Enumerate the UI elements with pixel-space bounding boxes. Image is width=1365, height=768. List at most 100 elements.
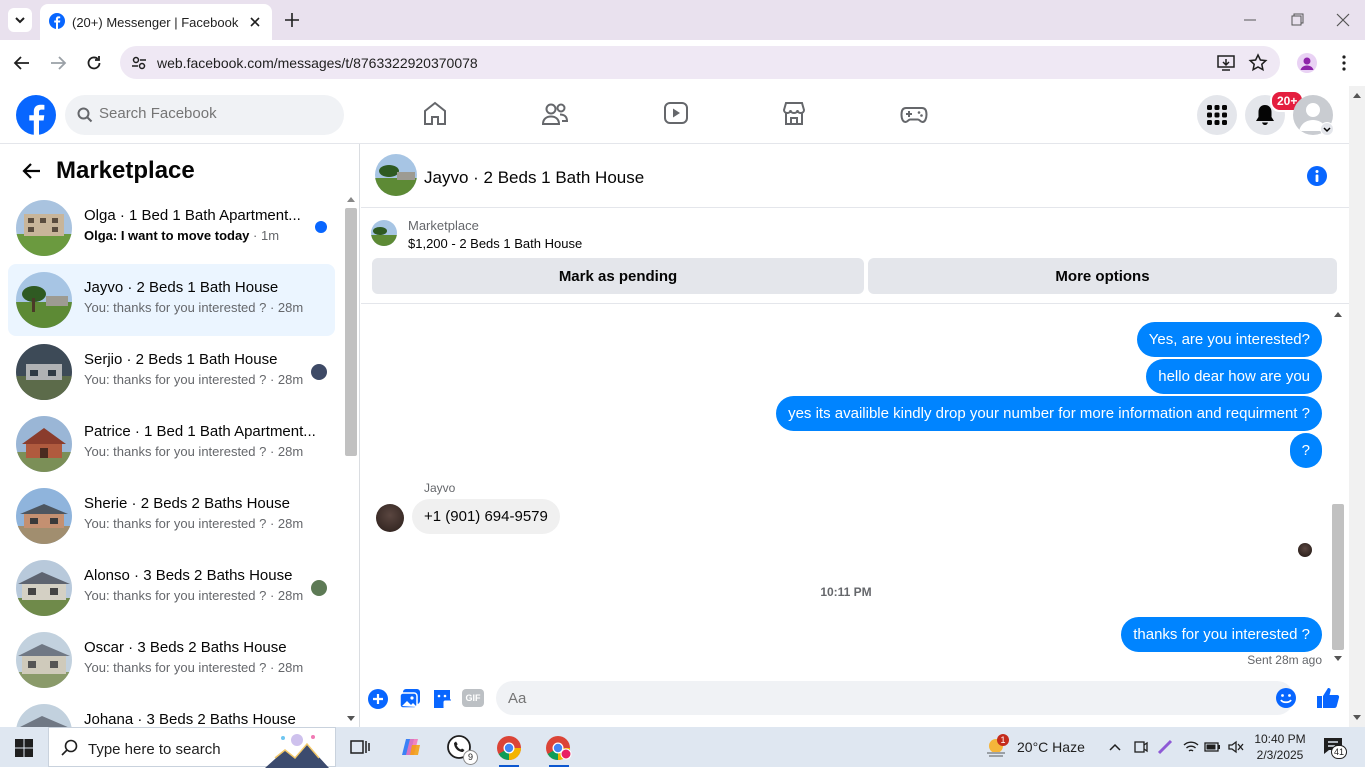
sidebar-scroll-thumb[interactable]	[345, 208, 357, 456]
chrome-icon[interactable]	[496, 735, 522, 761]
sticker-icon[interactable]	[431, 688, 453, 710]
chrome-profile-icon[interactable]	[545, 735, 573, 761]
forward-icon[interactable]	[48, 53, 68, 73]
clock-date[interactable]: 2/3/2025	[1253, 748, 1307, 762]
chat-header: Jayvo · 2 Beds 1 Bath House	[361, 144, 1349, 208]
listing-thumbnail[interactable]	[371, 220, 397, 246]
restore-icon[interactable]	[1289, 12, 1305, 28]
thread-scrollbar[interactable]	[1331, 308, 1345, 666]
search-icon	[77, 107, 93, 123]
bookmark-star-icon[interactable]	[1248, 53, 1268, 73]
chat-title[interactable]: Jayvo · 2 Beds 1 Bath House	[424, 168, 644, 188]
facebook-logo-icon[interactable]	[15, 94, 57, 136]
account-menu-button[interactable]	[1320, 122, 1334, 136]
install-app-icon[interactable]	[1216, 53, 1236, 73]
weather-widget-icon[interactable]: 1	[985, 734, 1009, 758]
conversation-preview: You: thanks for you interested ? · 28m	[84, 516, 304, 531]
video-icon[interactable]	[663, 100, 689, 128]
photo-icon[interactable]	[399, 688, 421, 710]
listing-price-title[interactable]: $1,200 - 2 Beds 1 Bath House	[408, 236, 582, 251]
plus-actions-icon[interactable]	[367, 688, 389, 710]
battery-icon[interactable]	[1204, 739, 1222, 755]
facebook-favicon-icon	[49, 13, 65, 29]
conversation-item[interactable]: Patrice · 1 Bed 1 Bath Apartment... You:…	[8, 408, 335, 480]
conversation-name: Johana · 3 Beds 2 Baths House	[84, 711, 296, 727]
chevron-down-icon	[1323, 127, 1331, 133]
outgoing-message[interactable]: yes its availible kindly drop your numbe…	[776, 396, 1322, 431]
conversation-item-selected[interactable]: Jayvo · 2 Beds 1 Bath House You: thanks …	[8, 264, 335, 336]
home-icon[interactable]	[423, 100, 447, 128]
network-icon[interactable]	[1182, 739, 1200, 755]
emoji-icon[interactable]	[1275, 687, 1297, 709]
outgoing-message[interactable]: ?	[1289, 433, 1322, 468]
address-bar[interactable]: web.facebook.com/messages/t/876332292037…	[120, 46, 1280, 79]
taskbar-search[interactable]: Type here to search	[48, 727, 336, 768]
incoming-message[interactable]: +1 (901) 694-9579	[412, 499, 560, 534]
friends-icon[interactable]	[541, 100, 569, 128]
message-input[interactable]	[496, 681, 1294, 715]
listing-thumbnail	[16, 200, 72, 256]
chat-avatar[interactable]	[375, 154, 417, 196]
profile-avatar[interactable]	[1297, 53, 1317, 73]
info-icon[interactable]	[1306, 165, 1328, 187]
sender-avatar[interactable]	[376, 504, 404, 532]
message-status: Sent 28m ago	[1247, 653, 1322, 667]
sidebar-scrollbar[interactable]	[344, 190, 358, 727]
conversation-item[interactable]: Olga · 1 Bed 1 Bath Apartment... Olga: I…	[8, 192, 335, 264]
seen-avatar	[311, 364, 327, 380]
panel-title: Marketplace	[56, 157, 195, 184]
message-timestamp: 10:11 PM	[820, 585, 872, 599]
back-icon[interactable]	[12, 53, 32, 73]
notification-center-button[interactable]: 41	[1323, 737, 1347, 759]
whatsapp-taskbar-button[interactable]: 9	[447, 735, 478, 765]
more-options-button[interactable]: More options	[868, 258, 1337, 294]
like-thumb-icon[interactable]	[1316, 686, 1340, 710]
scroll-down-icon[interactable]	[347, 716, 355, 722]
site-info-icon[interactable]	[130, 54, 148, 72]
browser-menu-icon[interactable]	[1334, 53, 1354, 73]
task-view-icon[interactable]	[350, 738, 370, 756]
facebook-search[interactable]	[65, 95, 344, 135]
tab-search-button[interactable]	[8, 8, 32, 32]
chevron-up-icon[interactable]	[1108, 741, 1122, 753]
conversation-item[interactable]: Serjio · 2 Beds 1 Bath House You: thanks…	[8, 336, 335, 408]
close-tab-icon[interactable]	[246, 13, 264, 31]
url-text: web.facebook.com/messages/t/876332292037…	[157, 55, 478, 71]
conversation-item[interactable]: Alonso · 3 Beds 2 Baths House You: thank…	[8, 552, 335, 624]
outgoing-message[interactable]: hello dear how are you	[1146, 359, 1322, 394]
minimize-icon[interactable]	[1242, 12, 1258, 28]
conversation-item[interactable]: Johana · 3 Beds 2 Baths House	[8, 696, 335, 727]
conversation-item[interactable]: Sherie · 2 Beds 2 Baths House You: thank…	[8, 480, 335, 552]
scroll-down-icon[interactable]	[1334, 656, 1342, 662]
meet-now-icon[interactable]	[1133, 739, 1149, 755]
scroll-up-icon[interactable]	[347, 196, 355, 202]
marketplace-icon[interactable]	[781, 100, 807, 128]
pen-icon[interactable]	[1156, 738, 1174, 756]
outgoing-message[interactable]: Yes, are you interested?	[1136, 322, 1322, 357]
page-scrollbar[interactable]	[1349, 86, 1365, 727]
thread-scroll-thumb[interactable]	[1332, 504, 1344, 650]
mark-as-pending-button[interactable]: Mark as pending	[372, 258, 864, 294]
copilot-icon[interactable]	[400, 736, 422, 758]
back-arrow-icon[interactable]	[22, 162, 42, 180]
scroll-down-icon[interactable]	[1353, 715, 1361, 721]
facebook-search-input[interactable]	[99, 105, 329, 122]
weather-text[interactable]: 20°C Haze	[1017, 739, 1085, 755]
close-window-icon[interactable]	[1335, 12, 1351, 28]
conversation-item[interactable]: Oscar · 3 Beds 2 Baths House You: thanks…	[8, 624, 335, 696]
clock-time[interactable]: 10:40 PM	[1253, 732, 1307, 746]
menu-button[interactable]	[1197, 95, 1237, 135]
windows-start-icon[interactable]	[15, 739, 33, 757]
scroll-up-icon[interactable]	[1353, 92, 1361, 98]
outgoing-message[interactable]: thanks for you interested ?	[1121, 617, 1322, 652]
gif-button[interactable]: GIF	[462, 689, 484, 707]
reload-icon[interactable]	[84, 53, 104, 73]
scroll-up-icon[interactable]	[1334, 311, 1342, 317]
new-tab-icon[interactable]	[283, 11, 301, 29]
gaming-icon[interactable]	[900, 100, 928, 128]
conversation-name: Jayvo · 2 Beds 1 Bath House	[84, 279, 279, 296]
browser-tab-active[interactable]: (20+) Messenger | Facebook	[40, 4, 272, 40]
person-icon	[1300, 57, 1314, 70]
conversation-preview: You: thanks for you interested ? · 28m	[84, 660, 304, 675]
volume-muted-icon[interactable]	[1227, 739, 1245, 755]
